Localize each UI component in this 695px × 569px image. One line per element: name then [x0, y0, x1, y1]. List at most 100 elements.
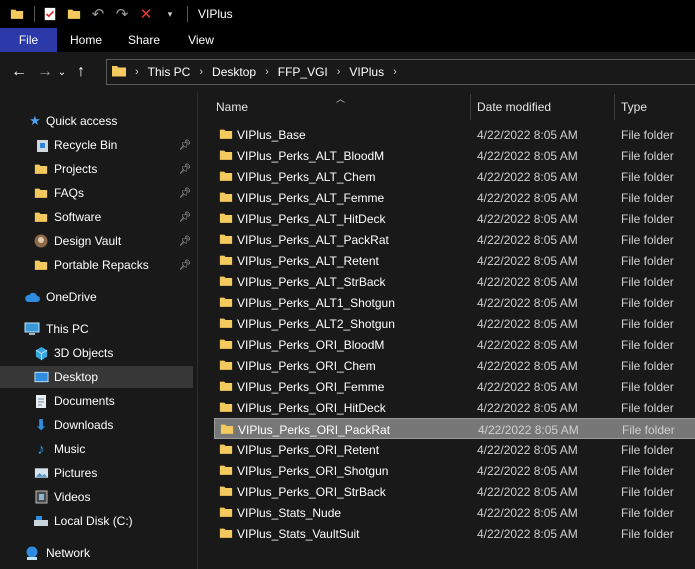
- delete-icon[interactable]: ✕: [137, 5, 155, 23]
- breadcrumb-separator-icon[interactable]: ›: [265, 66, 269, 78]
- file-row[interactable]: VIPlus_Perks_ORI_Chem 4/22/2022 8:05 AM Fi…: [214, 355, 695, 376]
- file-type: File folder: [621, 401, 674, 415]
- nav-documents[interactable]: Documents: [0, 390, 193, 412]
- breadcrumb-separator-icon[interactable]: ›: [393, 66, 397, 78]
- forward-arrow-icon[interactable]: →: [34, 60, 56, 84]
- nav-quick-access[interactable]: ★ Quick access: [0, 110, 193, 132]
- file-type: File folder: [621, 128, 674, 142]
- column-header-date-modified[interactable]: Date modified: [477, 96, 551, 118]
- file-row[interactable]: VIPlus_Perks_ALT_BloodM 4/22/2022 8:05 AM…: [214, 145, 695, 166]
- breadcrumb-viplus[interactable]: VIPlus: [349, 65, 384, 79]
- file-name: VIPlus_Perks_ALT_Femme: [237, 191, 385, 205]
- file-row[interactable]: VIPlus_Perks_ORI_Femme 4/22/2022 8:05 AM F…: [214, 376, 695, 397]
- file-row[interactable]: VIPlus_Perks_ORI_BloodM 4/22/2022 8:05 AM…: [214, 334, 695, 355]
- nav-pictures[interactable]: Pictures: [0, 462, 193, 484]
- file-type: File folder: [621, 527, 674, 541]
- file-date-modified: 4/22/2022 8:05 AM: [477, 464, 578, 478]
- file-row[interactable]: VIPlus_Perks_ALT_Femme 4/22/2022 8:05 AM F…: [214, 187, 695, 208]
- pin-icon[interactable]: 📌︎: [179, 259, 192, 271]
- window-title: VIPlus: [198, 7, 233, 21]
- folder-icon: [219, 360, 233, 370]
- nav-videos[interactable]: Videos: [0, 486, 193, 508]
- pin-icon[interactable]: 📌︎: [179, 235, 192, 247]
- file-date-modified: 4/22/2022 8:05 AM: [477, 380, 578, 394]
- document-icon: [33, 393, 49, 409]
- nav-design-vault[interactable]: Design Vault 📌︎: [0, 230, 193, 252]
- file-row[interactable]: VIPlus_Perks_ORI_HitDeck 4/22/2022 8:05 A…: [214, 397, 695, 418]
- tab-view[interactable]: View: [173, 28, 229, 52]
- file-row[interactable]: VIPlus_Perks_ORI_PackRat 4/22/2022 8:05 A…: [214, 418, 695, 439]
- tab-file[interactable]: File: [0, 28, 57, 52]
- tab-share[interactable]: Share: [115, 28, 173, 52]
- file-row[interactable]: VIPlus_Perks_ALT2_Shotgun 4/22/2022 8:05 …: [214, 313, 695, 334]
- folder-icon[interactable]: [8, 5, 26, 23]
- folder-icon: [219, 528, 233, 538]
- customize-quick-access-icon[interactable]: ▾: [161, 5, 179, 23]
- file-name: VIPlus_Perks_ORI_Femme: [237, 380, 385, 394]
- nav-network[interactable]: Network: [0, 542, 193, 564]
- file-row[interactable]: VIPlus_Stats_VaultSuit 4/22/2022 8:05 AM F…: [214, 523, 695, 544]
- breadcrumb-desktop[interactable]: Desktop: [212, 65, 256, 79]
- pin-icon[interactable]: 📌︎: [179, 187, 192, 199]
- nav-onedrive[interactable]: OneDrive: [0, 286, 193, 308]
- nav-local-disk[interactable]: Local Disk (C:): [0, 510, 193, 532]
- file-name: VIPlus_Perks_ALT2_Shotgun: [237, 317, 395, 331]
- nav-faqs[interactable]: FAQs 📌︎: [0, 182, 193, 204]
- file-row[interactable]: VIPlus_Perks_ORI_StrBack 4/22/2022 8:05 A…: [214, 481, 695, 502]
- back-arrow-icon[interactable]: ←: [8, 60, 30, 84]
- nav-this-pc[interactable]: This PC: [0, 318, 193, 340]
- recent-locations-chevron-icon[interactable]: ⌄: [56, 60, 68, 84]
- file-row[interactable]: VIPlus_Perks_ALT1_Shotgun 4/22/2022 8:05 …: [214, 292, 695, 313]
- file-row[interactable]: VIPlus_Perks_ALT_Chem 4/22/2022 8:05 AM Fi…: [214, 166, 695, 187]
- column-divider[interactable]: [470, 94, 471, 120]
- nav-projects[interactable]: Projects 📌︎: [0, 158, 193, 180]
- computer-icon: [24, 321, 40, 337]
- undo-icon[interactable]: ↶: [89, 5, 107, 23]
- folder-icon: [219, 255, 233, 265]
- breadcrumb-separator-icon[interactable]: ›: [337, 66, 341, 78]
- file-row[interactable]: VIPlus_Perks_ORI_Retent 4/22/2022 8:05 AM…: [214, 439, 695, 460]
- column-header-name[interactable]: Name: [216, 96, 248, 118]
- nav-downloads[interactable]: ⬇ Downloads: [0, 414, 193, 436]
- pin-icon[interactable]: 📌︎: [179, 139, 192, 151]
- address-bar[interactable]: › This PC › Desktop › FFP_VGI › VIPlus ›: [106, 59, 695, 85]
- network-icon: [24, 545, 40, 561]
- tab-home[interactable]: Home: [57, 28, 115, 52]
- file-row[interactable]: VIPlus_Perks_ORI_Shotgun 4/22/2022 8:05 A…: [214, 460, 695, 481]
- properties-icon[interactable]: [41, 5, 59, 23]
- column-divider[interactable]: [614, 94, 615, 120]
- file-name: VIPlus_Perks_ORI_PackRat: [238, 423, 391, 437]
- file-date-modified: 4/22/2022 8:05 AM: [477, 296, 578, 310]
- file-row[interactable]: VIPlus_Perks_ALT_PackRat 4/22/2022 8:05 A…: [214, 229, 695, 250]
- file-row[interactable]: VIPlus_Perks_ALT_HitDeck 4/22/2022 8:05 A…: [214, 208, 695, 229]
- pin-icon[interactable]: 📌︎: [179, 163, 192, 175]
- folder-icon: [219, 213, 233, 223]
- file-row[interactable]: VIPlus_Base 4/22/2022 8:05 AM File folder: [214, 124, 695, 145]
- breadcrumb-ffp-vgi[interactable]: FFP_VGI: [278, 65, 328, 79]
- nav-recycle-bin[interactable]: Recycle Bin 📌︎: [0, 134, 193, 156]
- nav-3d-objects[interactable]: 3D Objects: [0, 342, 193, 364]
- file-name: VIPlus_Perks_ALT_StrBack: [237, 275, 386, 289]
- folder-icon: [219, 507, 233, 517]
- breadcrumb-this-pc[interactable]: This PC: [148, 65, 191, 79]
- file-date-modified: 4/22/2022 8:05 AM: [477, 170, 578, 184]
- file-row[interactable]: VIPlus_Stats_Nude 4/22/2022 8:05 AM File f…: [214, 502, 695, 523]
- new-folder-icon[interactable]: [65, 5, 83, 23]
- file-type: File folder: [621, 380, 674, 394]
- redo-icon[interactable]: ↷: [113, 5, 131, 23]
- file-name: VIPlus_Stats_Nude: [237, 506, 342, 520]
- file-row[interactable]: VIPlus_Perks_ALT_StrBack 4/22/2022 8:05 A…: [214, 271, 695, 292]
- nav-software[interactable]: Software 📌︎: [0, 206, 193, 228]
- folder-icon: [33, 209, 49, 225]
- folder-icon: [33, 161, 49, 177]
- breadcrumb-separator-icon[interactable]: ›: [199, 66, 203, 78]
- column-header-type[interactable]: Type: [621, 96, 647, 118]
- pin-icon[interactable]: 📌︎: [179, 211, 192, 223]
- folder-icon: [219, 465, 233, 475]
- nav-music[interactable]: ♪ Music: [0, 438, 193, 460]
- nav-desktop[interactable]: Desktop: [0, 366, 193, 388]
- up-arrow-icon[interactable]: ↑: [70, 60, 92, 84]
- nav-portable-repacks[interactable]: Portable Repacks 📌︎: [0, 254, 193, 276]
- file-date-modified: 4/22/2022 8:05 AM: [477, 317, 578, 331]
- file-row[interactable]: VIPlus_Perks_ALT_Retent 4/22/2022 8:05 AM…: [214, 250, 695, 271]
